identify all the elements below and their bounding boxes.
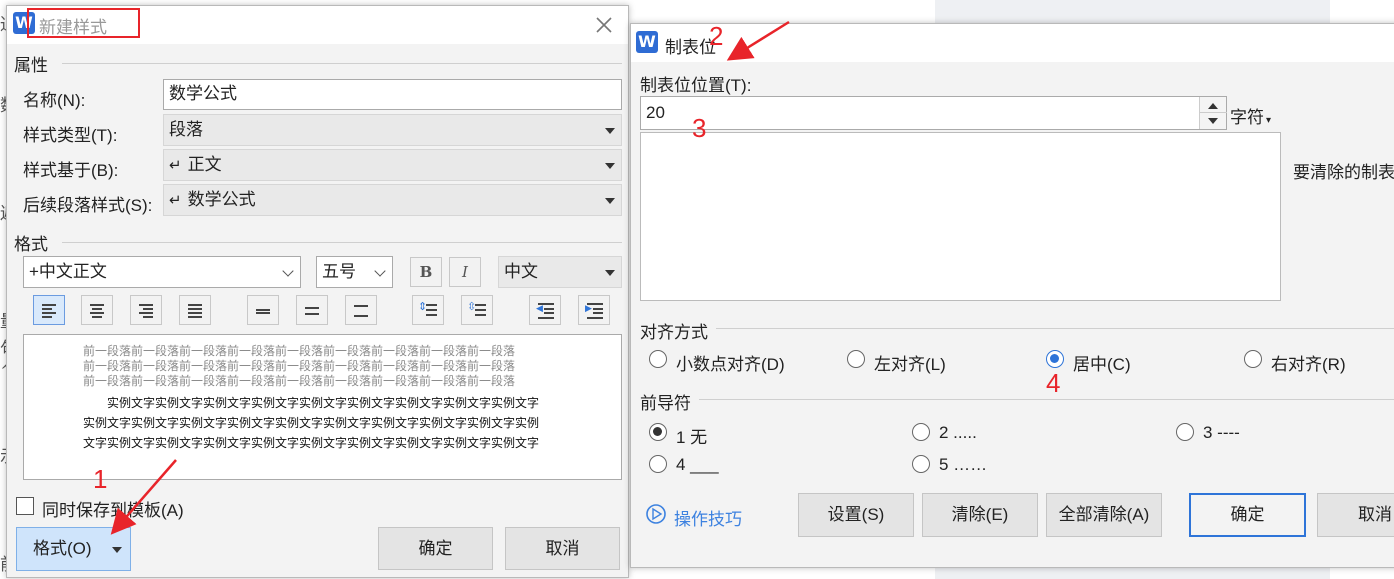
annotation-arrows: [110, 20, 790, 535]
arrow-to-format-button: [110, 459, 177, 535]
arrow-to-tab-title: [726, 20, 790, 61]
